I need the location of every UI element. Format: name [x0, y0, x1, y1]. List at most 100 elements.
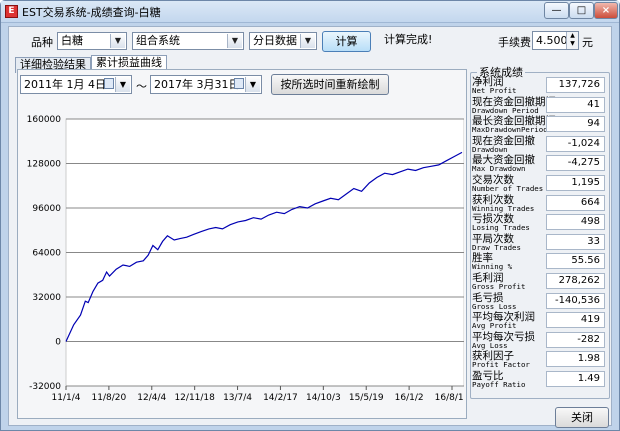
stat-label-en: MaxDrawdownPeriod — [472, 125, 548, 135]
stat-value: 41 — [546, 96, 605, 113]
maximize-button[interactable]: □ — [569, 2, 594, 19]
stat-label-en: Net Profit — [472, 86, 517, 95]
chevron-down-icon[interactable]: ▼ — [110, 34, 125, 48]
stat-label-en: Gross Profit — [472, 282, 526, 291]
fee-value: 4.500 — [536, 34, 568, 47]
y-tick-label: 96000 — [32, 204, 61, 214]
calendar-icon[interactable] — [234, 78, 244, 89]
window-title: EST交易系统-成绩查询-白糖 — [22, 6, 161, 19]
y-tick-label: 128000 — [27, 160, 62, 170]
stat-label-en: Profit Factor — [472, 360, 530, 370]
stat-label-en: Payoff Ratio — [472, 380, 526, 389]
x-tick-label: 12/4/4 — [137, 393, 166, 403]
chevron-down-icon[interactable]: ▼ — [115, 77, 130, 92]
calculate-button[interactable]: 计算 — [322, 31, 371, 52]
data-type-value: 分日数据 — [253, 34, 297, 47]
fee-stepper-icon[interactable]: ▲ ▼ — [566, 32, 578, 49]
stat-label-en: Winning % — [472, 262, 513, 272]
stat-label-en: Gross Loss — [472, 301, 517, 311]
stat-row: 现在资金回撤 Drawdown -1,024 — [472, 135, 605, 154]
variety-select[interactable]: 白糖 ▼ — [57, 32, 127, 50]
stat-row: 现在资金回撤期间 Drawdown Period 41 — [472, 96, 605, 115]
stat-row: 毛利润 Gross Profit 278,262 — [472, 272, 605, 291]
stat-row: 最大资金回撤 Max Drawdown -4,275 — [472, 154, 605, 173]
stat-value: 137,726 — [546, 77, 605, 93]
x-tick-label: 15/5/19 — [349, 393, 384, 403]
y-tick-label: 32000 — [32, 293, 61, 303]
stat-label-en: Draw Trades — [472, 242, 521, 252]
calendar-icon[interactable] — [104, 78, 114, 89]
stat-label-en: Losing Trades — [472, 223, 530, 233]
x-tick-label: 14/2/17 — [263, 393, 298, 403]
status-text: 计算完成! — [384, 33, 433, 46]
chevron-down-icon[interactable]: ▼ — [227, 34, 242, 48]
x-tick-label: 11/8/20 — [92, 393, 127, 403]
variety-value: 白糖 — [61, 34, 83, 47]
stat-row: 获利因子 Profit Factor 1.98 — [472, 350, 605, 369]
chevron-down-icon[interactable]: ▼ — [245, 77, 260, 92]
stat-value: 55.56 — [546, 253, 605, 270]
start-date-value: 2011年 1月 4日 — [24, 78, 106, 91]
x-tick-label: 16/1/2 — [395, 393, 424, 403]
chart-panel: 2011年 1月 4日 ▼ ～ 2017年 3月31日 ▼ 按所选时间重新绘制 … — [17, 69, 467, 419]
stat-value: -1,024 — [546, 135, 605, 152]
stat-label-en: Drawdown — [472, 144, 508, 154]
x-tick-label: 12/11/18 — [174, 393, 215, 403]
y-tick-label: 0 — [55, 338, 61, 348]
data-type-select[interactable]: 分日数据 ▼ — [249, 32, 317, 50]
stat-label-en: Drawdown Period — [472, 105, 539, 115]
stat-value: 419 — [546, 312, 605, 329]
stat-label-en: Avg Loss — [472, 340, 508, 350]
stat-value: -4,275 — [546, 155, 605, 172]
stat-row: 最长资金回撤期间 MaxDrawdownPeriod 94 — [472, 115, 605, 134]
stat-row: 胜率 Winning % 55.56 — [472, 252, 605, 271]
stat-value: 498 — [546, 214, 605, 231]
app-logo-icon: E — [5, 5, 18, 18]
stat-row: 平均每次利润 Avg Profit 419 — [472, 311, 605, 330]
title-bar[interactable]: E EST交易系统-成绩查询-白糖 — □ × — [1, 1, 619, 23]
y-tick-label: 160000 — [27, 115, 62, 125]
x-tick-label: 13/7/4 — [223, 393, 252, 403]
stat-value: 1.49 — [546, 371, 605, 387]
stat-label-en: Winning Trades — [472, 203, 535, 213]
stat-row: 平局次数 Draw Trades 33 — [472, 233, 605, 252]
redraw-button[interactable]: 按所选时间重新绘制 — [271, 74, 389, 95]
end-date-picker[interactable]: 2017年 3月31日 ▼ — [150, 75, 262, 94]
stat-value: 1.98 — [546, 351, 605, 368]
stat-value: -282 — [546, 331, 605, 348]
stat-row: 获利次数 Winning Trades 664 — [472, 194, 605, 213]
fee-label: 手续费 — [498, 36, 531, 49]
system-select[interactable]: 组合系统 ▼ — [132, 32, 244, 50]
stat-row: 亏损次数 Losing Trades 498 — [472, 213, 605, 232]
start-date-picker[interactable]: 2011年 1月 4日 ▼ — [20, 75, 132, 94]
x-tick-label: 16/8/17 — [435, 393, 464, 403]
stat-value: 33 — [546, 233, 605, 250]
minimize-button[interactable]: — — [544, 2, 569, 19]
fee-input[interactable]: 4.500 ▲ ▼ — [532, 31, 579, 50]
stat-row: 盈亏比 Payoff Ratio 1.49 — [472, 370, 605, 389]
stat-row: 交易次数 Number of Trades 1,195 — [472, 174, 605, 193]
stat-value: -140,536 — [546, 292, 605, 309]
main-client-area: 品种 白糖 ▼ 组合系统 ▼ 分日数据 ▼ 计算 计算完成! 手续费 4.500… — [8, 26, 612, 428]
fee-unit: 元 — [582, 36, 593, 49]
chevron-down-icon[interactable]: ▼ — [300, 34, 315, 48]
stat-label-en: Max Drawdown — [472, 164, 526, 174]
close-button[interactable]: 关闭 — [555, 407, 609, 428]
stat-row: 净利润 Net Profit 137,726 — [472, 76, 605, 95]
stat-value: 94 — [546, 116, 605, 133]
x-tick-label: 14/10/3 — [306, 393, 341, 403]
variety-label: 品种 — [31, 36, 53, 49]
stat-value: 1,195 — [546, 175, 605, 191]
stat-label-en: Avg Profit — [472, 321, 517, 331]
stat-row: 毛亏损 Gross Loss -140,536 — [472, 292, 605, 311]
x-tick-label: 11/1/4 — [52, 393, 81, 403]
y-tick-label: 64000 — [32, 249, 61, 259]
y-tick-label: -32000 — [29, 382, 61, 392]
app-window: E EST交易系统-成绩查询-白糖 — □ × 品种 白糖 ▼ 组合系统 ▼ 分… — [0, 0, 620, 431]
close-window-button[interactable]: × — [594, 2, 618, 19]
equity-curve-chart: -32000 0 32000 64000 96000 128000 160000 11/1/4… — [27, 115, 464, 403]
date-separator: ～ — [136, 80, 147, 93]
stat-value: 278,262 — [546, 273, 605, 289]
end-date-value: 2017年 3月31日 — [154, 78, 240, 91]
stat-row: 平均每次亏损 Avg Loss -282 — [472, 331, 605, 350]
